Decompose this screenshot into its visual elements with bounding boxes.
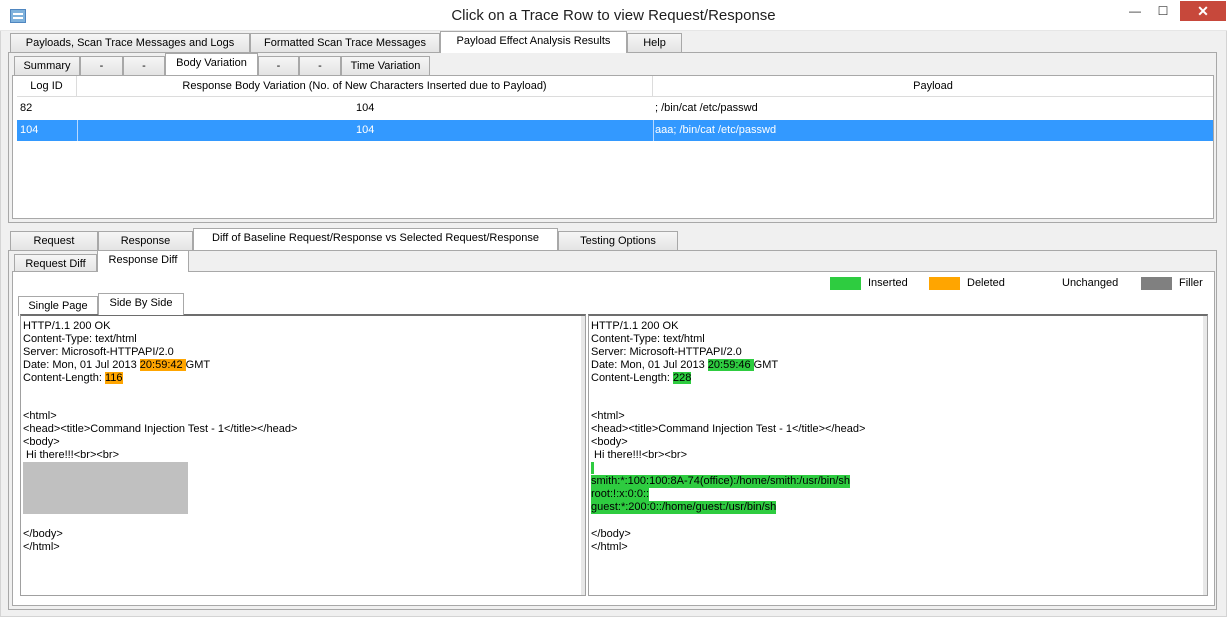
tab-formatted-scan-trace[interactable]: Formatted Scan Trace Messages	[250, 33, 440, 53]
tab-summary[interactable]: Summary	[14, 56, 80, 76]
tab-side-by-side[interactable]: Side By Side	[98, 293, 184, 315]
tab-diff-baseline[interactable]: Diff of Baseline Request/Response vs Sel…	[193, 228, 558, 250]
column-header-log-id[interactable]: Log ID	[17, 76, 77, 97]
legend-filler: Filler	[1179, 277, 1203, 289]
cell-payload: ; /bin/cat /etc/passwd	[655, 102, 758, 114]
html-open-line: <html>	[23, 410, 57, 422]
cell-payload: aaa; /bin/cat /etc/passwd	[655, 124, 777, 136]
content-length-line: Content-Length: 116	[23, 372, 123, 384]
greeting-line: Hi there!!!<br><br>	[23, 449, 119, 461]
deleted-swatch	[929, 277, 960, 290]
filler-swatch	[1141, 277, 1172, 290]
body-open-line: <body>	[591, 436, 628, 448]
body-close-line: </body>	[591, 528, 631, 540]
inserted-line: guest:*:200:0::/home/guest:/usr/bin/sh	[591, 501, 777, 514]
inserted-line: smith:*:100:100:8A-74(office):/home/smit…	[591, 475, 851, 488]
tab-help[interactable]: Help	[627, 33, 682, 53]
tab-response[interactable]: Response	[98, 231, 193, 251]
html-close-line: </html>	[591, 541, 628, 553]
server-line: Server: Microsoft-HTTPAPI/2.0	[23, 346, 174, 358]
table-row-selected[interactable]: 104 104 aaa; /bin/cat /etc/passwd	[17, 120, 1213, 141]
cell-variation: 104	[356, 102, 375, 114]
window-title: Click on a Trace Row to view Request/Res…	[451, 7, 776, 24]
content-length-line: Content-Length: 228	[591, 372, 692, 384]
tab-time-variation[interactable]: Time Variation	[341, 56, 430, 76]
results-grid: Log ID Response Body Variation (No. of N…	[12, 75, 1214, 219]
inserted-marker	[591, 462, 594, 474]
html-open-line: <html>	[591, 410, 625, 422]
tab-request[interactable]: Request	[10, 231, 98, 251]
tab-single-page[interactable]: Single Page	[18, 296, 98, 316]
selected-response-pane[interactable]: HTTP/1.1 200 OK Content-Type: text/html …	[588, 314, 1208, 596]
inserted-text: 228	[672, 372, 692, 384]
deleted-text: 116	[104, 372, 123, 384]
cell-log-id: 82	[20, 102, 33, 114]
tab-dash-4[interactable]: -	[299, 56, 341, 76]
html-close-line: </html>	[23, 541, 60, 553]
maximize-button[interactable]: ☐	[1149, 1, 1177, 21]
server-line: Server: Microsoft-HTTPAPI/2.0	[591, 346, 742, 358]
inserted-line: root:!:x:0:0::	[591, 488, 650, 501]
status-line: HTTP/1.1 200 OK	[591, 320, 679, 332]
column-header-payload[interactable]: Payload	[653, 76, 1213, 97]
inserted-swatch	[830, 277, 861, 290]
date-line: Date: Mon, 01 Jul 2013 20:59:42 GMT	[23, 359, 211, 371]
status-line: HTTP/1.1 200 OK	[23, 320, 111, 332]
date-line: Date: Mon, 01 Jul 2013 20:59:46 GMT	[591, 359, 779, 371]
tab-payload-effect-analysis[interactable]: Payload Effect Analysis Results	[440, 31, 627, 53]
content-type-line: Content-Type: text/html	[591, 333, 705, 345]
deleted-text: 20:59:42	[139, 359, 186, 371]
scrollbar[interactable]	[1203, 316, 1207, 595]
cell-log-id: 104	[20, 124, 39, 136]
table-row[interactable]: 82 104 ; /bin/cat /etc/passwd	[17, 98, 1213, 119]
tab-testing-options[interactable]: Testing Options	[558, 231, 678, 251]
legend-unchanged: Unchanged	[1062, 277, 1119, 289]
tab-dash-1[interactable]: -	[80, 56, 123, 76]
minimize-button[interactable]: —	[1121, 1, 1149, 21]
legend-deleted: Deleted	[967, 277, 1005, 289]
cell-variation: 104	[356, 124, 375, 136]
column-header-body-variation[interactable]: Response Body Variation (No. of New Char…	[77, 76, 653, 97]
greeting-line: Hi there!!!<br><br>	[591, 449, 687, 461]
legend-inserted: Inserted	[868, 277, 908, 289]
close-button[interactable]: ✕	[1180, 1, 1226, 21]
body-open-line: <body>	[23, 436, 60, 448]
tab-body-variation[interactable]: Body Variation	[165, 53, 258, 75]
title-bar: Click on a Trace Row to view Request/Res…	[0, 0, 1227, 31]
body-close-line: </body>	[23, 528, 63, 540]
baseline-response-pane[interactable]: HTTP/1.1 200 OK Content-Type: text/html …	[20, 314, 586, 596]
scrollbar[interactable]	[581, 316, 585, 595]
content-type-line: Content-Type: text/html	[23, 333, 137, 345]
tab-response-diff[interactable]: Response Diff	[97, 250, 189, 272]
inserted-text: 20:59:46	[707, 359, 754, 371]
head-line: <head><title>Command Injection Test - 1<…	[23, 423, 298, 435]
tab-payloads-scan-trace[interactable]: Payloads, Scan Trace Messages and Logs	[10, 33, 250, 53]
filler-block	[23, 462, 188, 514]
tab-dash-3[interactable]: -	[258, 56, 299, 76]
tab-dash-2[interactable]: -	[123, 56, 165, 76]
head-line: <head><title>Command Injection Test - 1<…	[591, 423, 866, 435]
